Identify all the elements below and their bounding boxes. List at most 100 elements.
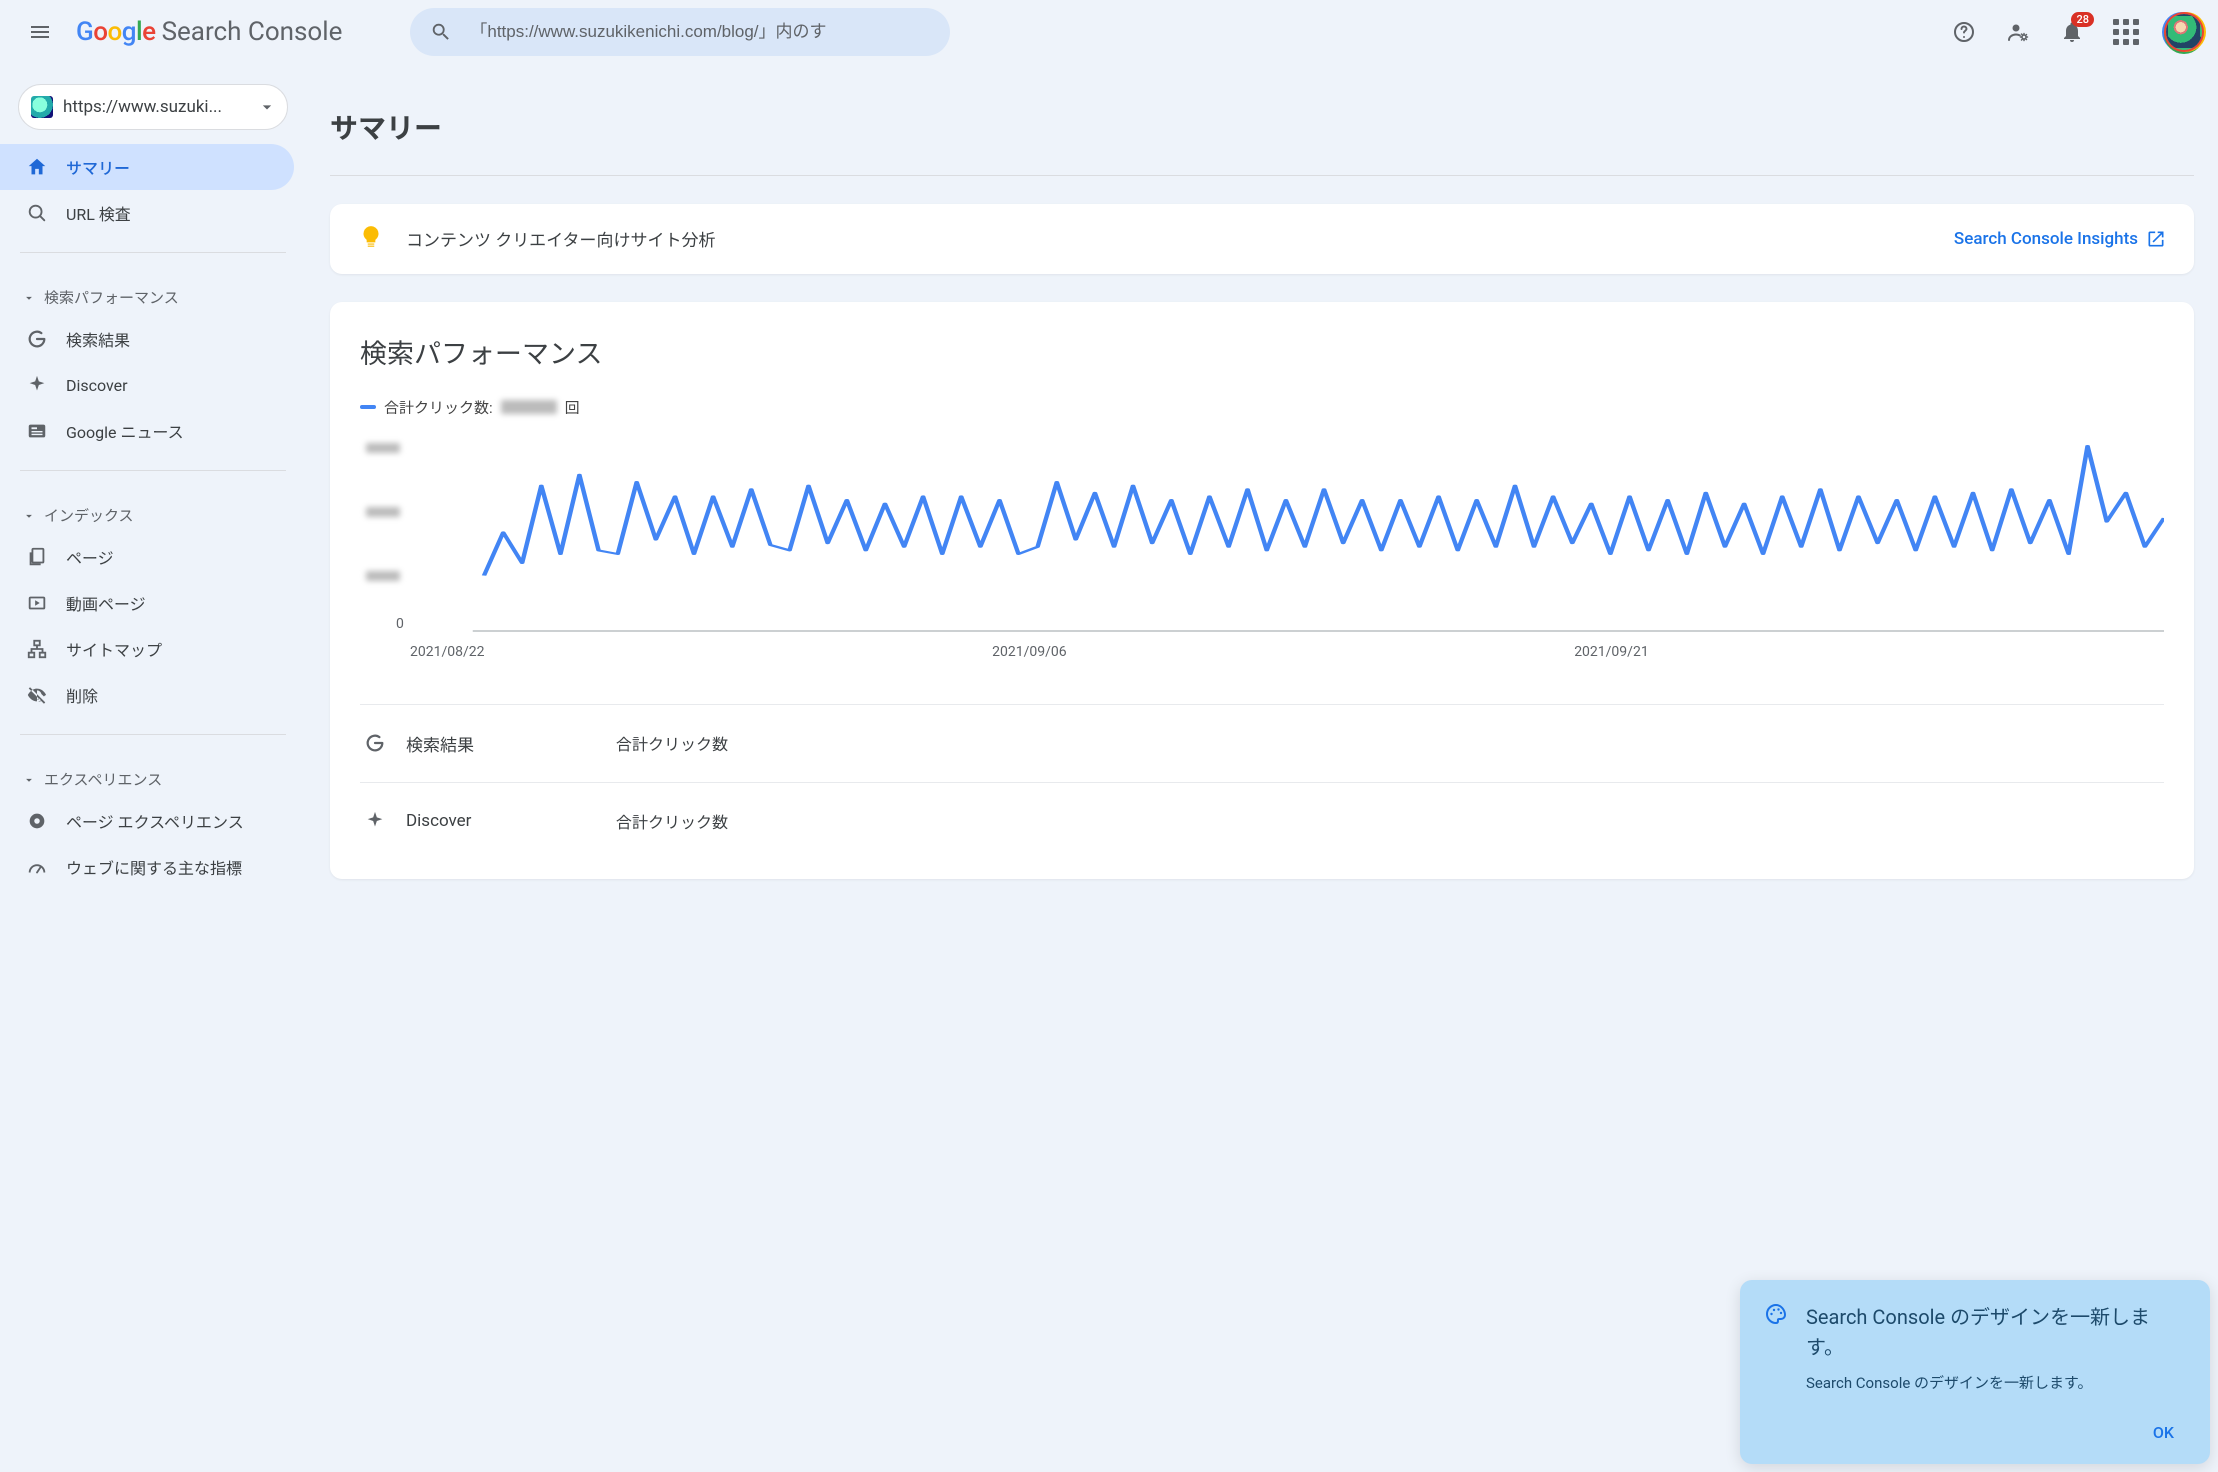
x-axis-labels: 2021/08/22 2021/09/06 2021/09/21 .: [360, 644, 2164, 660]
performance-row-search[interactable]: 検索結果 合計クリック数: [360, 705, 2164, 783]
sidebar-group-performance[interactable]: 検索パフォーマンス: [0, 269, 306, 316]
open-external-icon: [2146, 229, 2166, 249]
news-icon: [26, 420, 48, 442]
insights-link-label: Search Console Insights: [1954, 229, 2138, 249]
sidebar-item-google-news[interactable]: Google ニュース: [0, 408, 294, 454]
sidebar-item-label: 削除: [66, 683, 98, 707]
google-g-icon: [26, 328, 48, 350]
sidebar-item-label: ページ: [66, 545, 114, 569]
chevron-down-icon: [22, 509, 36, 523]
account-avatar[interactable]: [2166, 14, 2202, 50]
toast-title: Search Console のデザインを一新します。: [1806, 1302, 2186, 1362]
redacted-y-tick: [366, 507, 400, 517]
home-icon: [26, 156, 48, 178]
sidebar: https://www.suzuki... サマリー URL 検査 検索パフォー…: [0, 64, 306, 1472]
discover-icon: [364, 810, 386, 832]
sidebar-item-page-experience[interactable]: ページ エクスペリエンス: [0, 798, 294, 844]
row-metric: 合計クリック数: [616, 731, 728, 755]
product-logo: Google Search Console: [76, 17, 342, 47]
help-icon: [1952, 20, 1976, 44]
gauge-icon: [26, 856, 48, 878]
circle-dot-icon: [26, 810, 48, 832]
apps-button[interactable]: [2102, 8, 2150, 56]
search-icon: [430, 21, 452, 43]
product-name: Search Console: [162, 17, 343, 47]
insights-link[interactable]: Search Console Insights: [1954, 229, 2166, 249]
sidebar-item-sitemaps[interactable]: サイトマップ: [0, 626, 294, 672]
divider: [20, 470, 286, 471]
sidebar-item-url-inspection[interactable]: URL 検査: [0, 190, 294, 236]
sidebar-item-video-pages[interactable]: 動画ページ: [0, 580, 294, 626]
chevron-down-icon: [257, 97, 277, 117]
google-logo: Google: [76, 17, 156, 47]
sidebar-item-discover[interactable]: Discover: [0, 362, 294, 408]
row-label: 検索結果: [406, 731, 596, 756]
redacted-y-tick: [366, 571, 400, 581]
redacted-value: [501, 400, 557, 414]
sidebar-item-label: ページ エクスペリエンス: [66, 809, 244, 833]
sidebar-item-label: ウェブに関する主な指標: [66, 855, 242, 879]
app-header: Google Search Console 28: [0, 0, 2218, 64]
discover-icon: [26, 374, 48, 396]
person-gear-icon: [2006, 20, 2030, 44]
performance-card: 検索パフォーマンス 合計クリック数: 回 0 2021/08/22 2021/: [330, 302, 2194, 879]
sidebar-item-search-results[interactable]: 検索結果: [0, 316, 294, 362]
help-button[interactable]: [1940, 8, 1988, 56]
property-url: https://www.suzuki...: [63, 97, 247, 117]
sidebar-item-label: Discover: [66, 376, 128, 395]
y-axis-zero: 0: [396, 616, 404, 632]
performance-row-discover[interactable]: Discover 合計クリック数: [360, 783, 2164, 859]
page-title: サマリー: [330, 83, 2194, 176]
insights-text: コンテンツ クリエイター向けサイト分析: [406, 226, 716, 251]
sidebar-item-removals[interactable]: 削除: [0, 672, 294, 718]
sitemap-icon: [26, 638, 48, 660]
main-content: サマリー コンテンツ クリエイター向けサイト分析 Search Console …: [306, 64, 2218, 1472]
performance-rows: 検索結果 合計クリック数 Discover 合計クリック数: [360, 704, 2164, 859]
property-selector[interactable]: https://www.suzuki...: [18, 84, 288, 130]
performance-chart: 0 2021/08/22 2021/09/06 2021/09/21 .: [360, 436, 2164, 676]
insights-card: コンテンツ クリエイター向けサイト分析 Search Console Insig…: [330, 204, 2194, 274]
sidebar-item-summary[interactable]: サマリー: [0, 144, 294, 190]
performance-title: 検索パフォーマンス: [360, 332, 2164, 371]
x-tick: 2021/08/22: [410, 644, 485, 660]
notification-badge: 28: [2071, 12, 2094, 27]
divider: [20, 252, 286, 253]
sidebar-item-label: Google ニュース: [66, 419, 184, 443]
sidebar-item-label: サイトマップ: [66, 637, 162, 661]
hide-icon: [26, 684, 48, 706]
video-icon: [26, 592, 48, 614]
sidebar-item-label: サマリー: [66, 155, 130, 179]
chevron-down-icon: [22, 291, 36, 305]
search-icon: [26, 202, 48, 224]
notifications-button[interactable]: 28: [2048, 8, 2096, 56]
sidebar-group-index[interactable]: インデックス: [0, 487, 306, 534]
row-metric: 合計クリック数: [616, 809, 728, 833]
chart-legend: 合計クリック数: 回: [360, 397, 2164, 418]
sidebar-group-experience[interactable]: エクスペリエンス: [0, 751, 306, 798]
sidebar-group-label: 検索パフォーマンス: [44, 287, 179, 308]
toast-subtitle: Search Console のデザインを一新します。: [1806, 1372, 2186, 1393]
design-update-toast: Search Console のデザインを一新します。 Search Conso…: [1740, 1280, 2210, 1464]
search-input[interactable]: [468, 21, 930, 43]
divider: [20, 734, 286, 735]
line-chart-svg: [360, 436, 2164, 636]
sidebar-item-pages[interactable]: ページ: [0, 534, 294, 580]
apps-icon: [2113, 19, 2139, 45]
x-tick: 2021/09/21: [1574, 644, 1649, 660]
legend-swatch: [360, 405, 376, 409]
redacted-y-tick: [366, 443, 400, 453]
menu-icon: [28, 20, 52, 44]
lightbulb-icon: [358, 224, 384, 254]
x-tick: 2021/09/06: [992, 644, 1067, 660]
toast-ok-button[interactable]: OK: [2141, 1415, 2186, 1450]
settings-user-button[interactable]: [1994, 8, 2042, 56]
property-favicon: [31, 96, 53, 118]
sidebar-item-core-web-vitals[interactable]: ウェブに関する主な指標: [0, 844, 294, 890]
pages-icon: [26, 546, 48, 568]
search-bar[interactable]: [410, 8, 950, 56]
hamburger-menu-button[interactable]: [16, 8, 64, 56]
google-g-icon: [364, 732, 386, 754]
header-actions: 28: [1940, 8, 2202, 56]
legend-label: 合計クリック数:: [384, 397, 493, 418]
sidebar-group-label: インデックス: [44, 505, 134, 526]
